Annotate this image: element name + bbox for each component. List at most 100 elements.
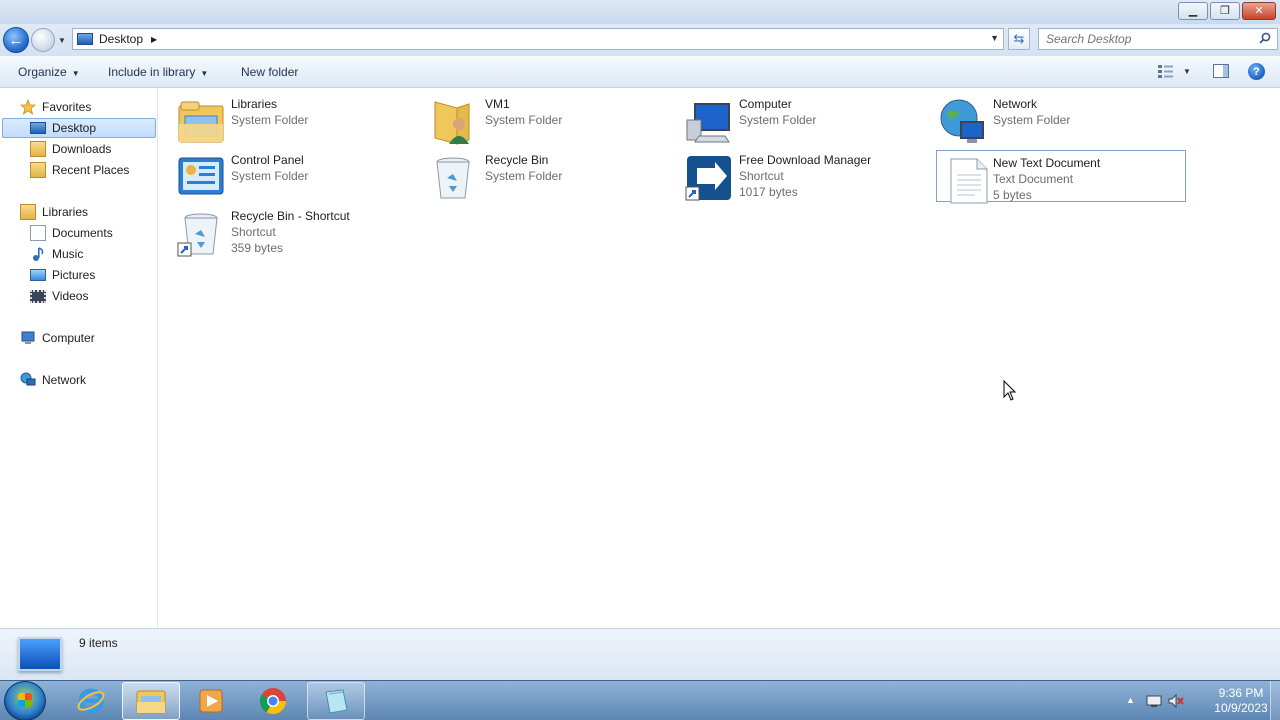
address-row: ← ▼ Desktop ▶ ▼ ⇆: [0, 24, 1280, 56]
organize-menu[interactable]: Organize ▼: [18, 65, 80, 79]
taskbar-media-player[interactable]: [182, 682, 240, 720]
nav-computer[interactable]: Computer: [20, 328, 95, 348]
notepad-icon: [325, 689, 348, 714]
include-in-library-menu[interactable]: Include in library ▼: [108, 65, 208, 79]
clock-date: 10/9/2023: [1214, 701, 1268, 715]
taskbar-chrome[interactable]: [244, 682, 302, 720]
breadcrumb-desktop[interactable]: Desktop: [99, 32, 143, 46]
nav-favorites[interactable]: Favorites: [20, 97, 91, 117]
nav-downloads[interactable]: Downloads: [30, 139, 111, 159]
navigation-pane: Favorites Desktop Downloads Recent Place…: [0, 88, 158, 628]
item-type: Shortcut: [739, 169, 784, 183]
view-options-dropdown[interactable]: ▼: [1183, 67, 1191, 76]
fdm-shortcut-icon: [685, 156, 731, 201]
computer-icon: [686, 103, 730, 143]
item-free-download-manager[interactable]: Free Download Manager Shortcut 1017 byte…: [667, 148, 917, 201]
forward-button[interactable]: [31, 28, 55, 52]
mouse-cursor-icon: [1003, 380, 1017, 401]
taskbar-windows-explorer[interactable]: [122, 682, 180, 720]
item-control-panel[interactable]: Control Panel System Folder: [159, 148, 409, 200]
chrome-icon: [259, 688, 287, 715]
music-icon: [33, 247, 44, 261]
control-panel-icon: [178, 157, 224, 195]
item-name: Network: [993, 97, 1038, 111]
recent-pages-dropdown[interactable]: ▼: [58, 36, 66, 45]
taskbar-notepad[interactable]: [307, 682, 365, 720]
documents-icon: [30, 225, 46, 241]
back-button[interactable]: ←: [3, 27, 29, 53]
folder-icon: [136, 690, 166, 714]
refresh-button[interactable]: ⇆: [1008, 28, 1030, 50]
item-recycle-bin-shortcut[interactable]: Recycle Bin - Shortcut Shortcut 359 byte…: [159, 204, 409, 257]
minimize-button[interactable]: ▁: [1178, 2, 1208, 20]
text-document-icon: [950, 158, 988, 204]
network-icon: [20, 372, 36, 386]
item-vm1[interactable]: VM1 System Folder: [413, 92, 663, 145]
item-name: Computer: [739, 97, 792, 111]
search-icon[interactable]: [1259, 32, 1271, 44]
taskbar: ▲ 9:36 PM 10/9/2023: [0, 680, 1280, 720]
nav-libraries[interactable]: Libraries: [20, 202, 88, 222]
item-type: Text Document: [993, 172, 1074, 186]
recycle-bin-shortcut-icon: [177, 213, 218, 257]
maximize-button[interactable]: ❐: [1210, 2, 1240, 20]
nav-desktop[interactable]: Desktop: [2, 118, 156, 138]
clock-time: 9:36 PM: [1218, 686, 1264, 700]
search-input[interactable]: [1046, 32, 1246, 46]
nav-network[interactable]: Network: [20, 370, 86, 390]
item-size: 359 bytes: [231, 241, 284, 255]
details-pane: 9 items: [0, 628, 1280, 680]
close-button[interactable]: ✕: [1242, 2, 1276, 20]
nav-music[interactable]: Music: [30, 244, 83, 264]
recycle-bin-icon: [436, 157, 470, 199]
computer-icon: [21, 331, 35, 344]
item-new-text-document[interactable]: New Text Document Text Document 5 bytes: [936, 150, 1186, 204]
internet-explorer-icon: [77, 688, 105, 714]
address-bar[interactable]: Desktop ▶ ▼: [72, 28, 1004, 50]
item-computer[interactable]: Computer System Folder: [667, 92, 917, 144]
libraries-icon: [20, 204, 36, 220]
desktop-icon: [77, 33, 93, 45]
item-recycle-bin[interactable]: Recycle Bin System Folder: [413, 148, 663, 200]
start-button[interactable]: [4, 681, 46, 720]
item-type: System Folder: [739, 113, 817, 127]
nav-recent-places[interactable]: Recent Places: [30, 160, 129, 180]
item-type: Shortcut: [231, 225, 276, 239]
network-icon: [940, 99, 984, 143]
item-type: System Folder: [485, 169, 563, 183]
show-desktop-button[interactable]: [1270, 681, 1280, 720]
item-type: System Folder: [231, 169, 309, 183]
speaker-muted-icon[interactable]: [1168, 693, 1184, 709]
nav-pictures[interactable]: Pictures: [30, 265, 95, 285]
breadcrumb-arrow-icon[interactable]: ▶: [151, 35, 157, 44]
star-icon: [20, 99, 36, 115]
item-name: Free Download Manager: [739, 153, 872, 167]
item-name: Control Panel: [231, 153, 304, 167]
address-history-dropdown[interactable]: ▼: [990, 33, 999, 43]
new-folder-button[interactable]: New folder: [241, 65, 298, 79]
item-name: VM1: [485, 97, 510, 111]
action-center-icon[interactable]: [1146, 693, 1162, 709]
clock[interactable]: 9:36 PM 10/9/2023: [1206, 686, 1276, 716]
item-name: Libraries: [231, 97, 278, 111]
nav-videos[interactable]: Videos: [30, 286, 88, 306]
show-hidden-icons-button[interactable]: ▲: [1126, 695, 1135, 705]
search-box[interactable]: [1038, 28, 1278, 50]
command-bar: Organize ▼ Include in library ▼ New folder…: [0, 56, 1280, 88]
taskbar-internet-explorer[interactable]: [62, 682, 120, 720]
help-icon[interactable]: ?: [1248, 63, 1265, 80]
title-bar: ▁ ❐ ✕: [0, 0, 1280, 24]
preview-pane-button[interactable]: [1213, 64, 1229, 78]
item-name: Recycle Bin - Shortcut: [231, 209, 350, 223]
desktop-icon: [30, 122, 46, 134]
pictures-icon: [30, 269, 46, 281]
item-libraries[interactable]: Libraries System Folder: [159, 92, 409, 144]
change-view-icon[interactable]: [1158, 64, 1174, 78]
recent-places-icon: [30, 162, 46, 178]
item-type: System Folder: [485, 113, 563, 127]
nav-documents[interactable]: Documents: [30, 223, 113, 243]
media-player-icon: [199, 689, 223, 713]
item-name: Recycle Bin: [485, 153, 549, 167]
desktop-icon: [18, 637, 62, 671]
item-network[interactable]: Network System Folder: [921, 92, 1171, 144]
